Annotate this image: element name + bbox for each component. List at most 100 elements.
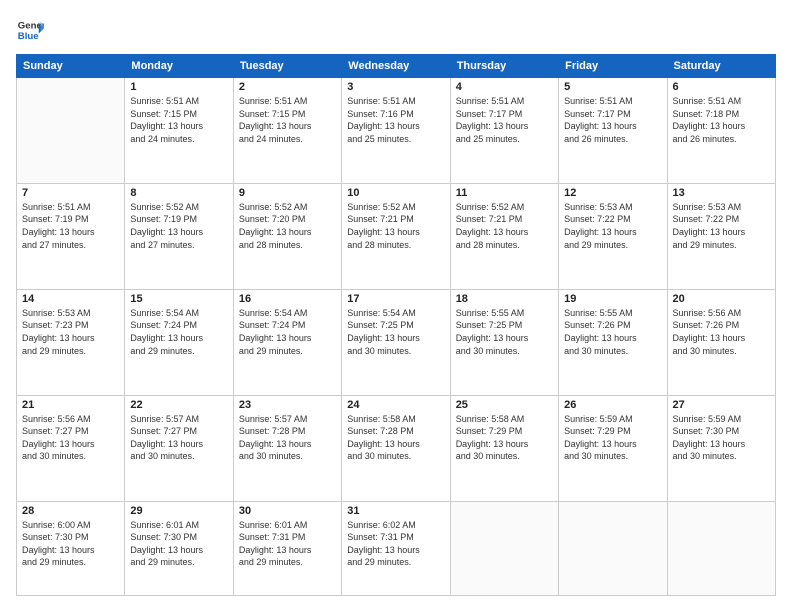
- cell-info: Sunrise: 5:52 AM Sunset: 7:21 PM Dayligh…: [456, 202, 529, 250]
- day-number: 30: [239, 505, 336, 517]
- calendar-cell: 17 Sunrise: 5:54 AM Sunset: 7:25 PM Dayli…: [342, 289, 450, 395]
- week-row-2: 14Sunrise: 5:53 AM Sunset: 7:23 PM Dayli…: [17, 289, 776, 395]
- header-cell-wednesday: Wednesday: [342, 55, 450, 78]
- day-number: 27: [673, 399, 770, 411]
- cell-info: Sunrise: 5:55 AM Sunset: 7:25 PM Dayligh…: [456, 308, 529, 356]
- cell-info: Sunrise: 5:51 AM Sunset: 7:19 PM Dayligh…: [22, 202, 95, 250]
- cell-info: Sunrise: 5:51 AM Sunset: 7:16 PM Dayligh…: [347, 96, 420, 144]
- cell-info: Sunrise: 5:56 AM Sunset: 7:26 PM Dayligh…: [673, 308, 746, 356]
- day-number: 17: [347, 293, 444, 305]
- cell-info: Sunrise: 5:57 AM Sunset: 7:28 PM Dayligh…: [239, 414, 312, 462]
- cell-info: Sunrise: 5:54 AM Sunset: 7:25 PM Dayligh…: [347, 308, 420, 356]
- day-number: 2: [239, 81, 336, 93]
- calendar-page: General Blue SundayMondayTuesdayWednesda…: [0, 0, 792, 612]
- day-number: 20: [673, 293, 770, 305]
- calendar-cell: 20 Sunrise: 5:56 AM Sunset: 7:26 PM Dayli…: [667, 289, 775, 395]
- calendar-cell: 2 Sunrise: 5:51 AM Sunset: 7:15 PM Daylig…: [233, 78, 341, 184]
- calendar-cell: 16 Sunrise: 5:54 AM Sunset: 7:24 PM Dayli…: [233, 289, 341, 395]
- cell-info: Sunrise: 5:51 AM Sunset: 7:18 PM Dayligh…: [673, 96, 746, 144]
- week-row-0: 1Sunrise: 5:51 AM Sunset: 7:15 PM Daylig…: [17, 78, 776, 184]
- calendar-cell: 19Sunrise: 5:55 AM Sunset: 7:26 PM Dayli…: [559, 289, 667, 395]
- calendar-cell: 23 Sunrise: 5:57 AM Sunset: 7:28 PM Dayli…: [233, 395, 341, 501]
- day-number: 7: [22, 187, 119, 199]
- calendar-cell: 28Sunrise: 6:00 AM Sunset: 7:30 PM Dayli…: [17, 501, 125, 596]
- header-cell-saturday: Saturday: [667, 55, 775, 78]
- cell-info: Sunrise: 6:01 AM Sunset: 7:31 PM Dayligh…: [239, 520, 312, 568]
- calendar-cell: [450, 501, 558, 596]
- calendar-cell: 10 Sunrise: 5:52 AM Sunset: 7:21 PM Dayli…: [342, 183, 450, 289]
- calendar-cell: 25Sunrise: 5:58 AM Sunset: 7:29 PM Dayli…: [450, 395, 558, 501]
- calendar-body: 1Sunrise: 5:51 AM Sunset: 7:15 PM Daylig…: [17, 78, 776, 596]
- day-number: 24: [347, 399, 444, 411]
- calendar-cell: 5Sunrise: 5:51 AM Sunset: 7:17 PM Daylig…: [559, 78, 667, 184]
- cell-info: Sunrise: 5:54 AM Sunset: 7:24 PM Dayligh…: [130, 308, 203, 356]
- calendar-cell: 4Sunrise: 5:51 AM Sunset: 7:17 PM Daylig…: [450, 78, 558, 184]
- logo-icon: General Blue: [16, 16, 44, 44]
- calendar-cell: [667, 501, 775, 596]
- calendar-cell: 7 Sunrise: 5:51 AM Sunset: 7:19 PM Daylig…: [17, 183, 125, 289]
- day-number: 3: [347, 81, 444, 93]
- day-number: 10: [347, 187, 444, 199]
- calendar-cell: 13Sunrise: 5:53 AM Sunset: 7:22 PM Dayli…: [667, 183, 775, 289]
- cell-info: Sunrise: 5:54 AM Sunset: 7:24 PM Dayligh…: [239, 308, 312, 356]
- cell-info: Sunrise: 5:56 AM Sunset: 7:27 PM Dayligh…: [22, 414, 95, 462]
- calendar-cell: [17, 78, 125, 184]
- cell-info: Sunrise: 5:53 AM Sunset: 7:22 PM Dayligh…: [673, 202, 746, 250]
- week-row-3: 21Sunrise: 5:56 AM Sunset: 7:27 PM Dayli…: [17, 395, 776, 501]
- day-number: 16: [239, 293, 336, 305]
- day-number: 11: [456, 187, 553, 199]
- cell-info: Sunrise: 5:52 AM Sunset: 7:20 PM Dayligh…: [239, 202, 312, 250]
- day-number: 14: [22, 293, 119, 305]
- logo: General Blue: [16, 16, 44, 44]
- day-number: 18: [456, 293, 553, 305]
- svg-text:Blue: Blue: [18, 31, 39, 42]
- cell-info: Sunrise: 5:52 AM Sunset: 7:19 PM Dayligh…: [130, 202, 203, 250]
- day-number: 6: [673, 81, 770, 93]
- day-number: 31: [347, 505, 444, 517]
- day-number: 22: [130, 399, 227, 411]
- calendar-cell: 31 Sunrise: 6:02 AM Sunset: 7:31 PM Dayli…: [342, 501, 450, 596]
- day-number: 5: [564, 81, 661, 93]
- calendar-cell: 22Sunrise: 5:57 AM Sunset: 7:27 PM Dayli…: [125, 395, 233, 501]
- calendar-header: SundayMondayTuesdayWednesdayThursdayFrid…: [17, 55, 776, 78]
- cell-info: Sunrise: 5:55 AM Sunset: 7:26 PM Dayligh…: [564, 308, 637, 356]
- day-number: 29: [130, 505, 227, 517]
- calendar-cell: 15Sunrise: 5:54 AM Sunset: 7:24 PM Dayli…: [125, 289, 233, 395]
- cell-info: Sunrise: 5:51 AM Sunset: 7:15 PM Dayligh…: [239, 96, 312, 144]
- header-cell-thursday: Thursday: [450, 55, 558, 78]
- cell-info: Sunrise: 5:59 AM Sunset: 7:29 PM Dayligh…: [564, 414, 637, 462]
- day-number: 23: [239, 399, 336, 411]
- header-cell-monday: Monday: [125, 55, 233, 78]
- cell-info: Sunrise: 5:58 AM Sunset: 7:28 PM Dayligh…: [347, 414, 420, 462]
- header-row: SundayMondayTuesdayWednesdayThursdayFrid…: [17, 55, 776, 78]
- calendar-cell: 3 Sunrise: 5:51 AM Sunset: 7:16 PM Daylig…: [342, 78, 450, 184]
- calendar-cell: 8 Sunrise: 5:52 AM Sunset: 7:19 PM Daylig…: [125, 183, 233, 289]
- calendar-cell: 18 Sunrise: 5:55 AM Sunset: 7:25 PM Dayli…: [450, 289, 558, 395]
- week-row-1: 7 Sunrise: 5:51 AM Sunset: 7:19 PM Daylig…: [17, 183, 776, 289]
- header: General Blue: [16, 16, 776, 44]
- day-number: 25: [456, 399, 553, 411]
- calendar-cell: 29 Sunrise: 6:01 AM Sunset: 7:30 PM Dayli…: [125, 501, 233, 596]
- cell-info: Sunrise: 5:53 AM Sunset: 7:22 PM Dayligh…: [564, 202, 637, 250]
- calendar-cell: [559, 501, 667, 596]
- calendar-cell: 11 Sunrise: 5:52 AM Sunset: 7:21 PM Dayli…: [450, 183, 558, 289]
- cell-info: Sunrise: 5:59 AM Sunset: 7:30 PM Dayligh…: [673, 414, 746, 462]
- calendar-cell: 30 Sunrise: 6:01 AM Sunset: 7:31 PM Dayli…: [233, 501, 341, 596]
- cell-info: Sunrise: 5:52 AM Sunset: 7:21 PM Dayligh…: [347, 202, 420, 250]
- cell-info: Sunrise: 6:01 AM Sunset: 7:30 PM Dayligh…: [130, 520, 203, 568]
- header-cell-sunday: Sunday: [17, 55, 125, 78]
- calendar-cell: 26 Sunrise: 5:59 AM Sunset: 7:29 PM Dayli…: [559, 395, 667, 501]
- day-number: 8: [130, 187, 227, 199]
- day-number: 9: [239, 187, 336, 199]
- header-cell-tuesday: Tuesday: [233, 55, 341, 78]
- cell-info: Sunrise: 6:02 AM Sunset: 7:31 PM Dayligh…: [347, 520, 420, 568]
- day-number: 28: [22, 505, 119, 517]
- week-row-4: 28Sunrise: 6:00 AM Sunset: 7:30 PM Dayli…: [17, 501, 776, 596]
- day-number: 26: [564, 399, 661, 411]
- calendar-cell: 6 Sunrise: 5:51 AM Sunset: 7:18 PM Daylig…: [667, 78, 775, 184]
- calendar-cell: 27 Sunrise: 5:59 AM Sunset: 7:30 PM Dayli…: [667, 395, 775, 501]
- calendar-table: SundayMondayTuesdayWednesdayThursdayFrid…: [16, 54, 776, 596]
- day-number: 4: [456, 81, 553, 93]
- calendar-cell: 9 Sunrise: 5:52 AM Sunset: 7:20 PM Daylig…: [233, 183, 341, 289]
- header-cell-friday: Friday: [559, 55, 667, 78]
